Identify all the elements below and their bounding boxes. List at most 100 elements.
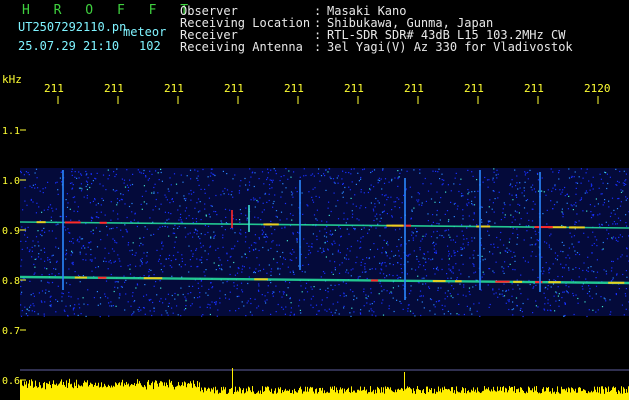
noise-speck xyxy=(449,293,451,295)
noise-speck xyxy=(282,263,284,265)
power-bar xyxy=(478,391,479,400)
noise-speck xyxy=(173,228,175,230)
power-bar xyxy=(556,391,557,400)
power-bar xyxy=(50,384,51,400)
noise-speck xyxy=(363,305,365,307)
power-bar xyxy=(250,390,251,400)
noise-speck xyxy=(314,187,316,189)
power-bar xyxy=(229,389,230,400)
noise-speck xyxy=(42,188,44,190)
noise-speck xyxy=(144,313,146,315)
noise-speck xyxy=(203,271,205,273)
power-bar xyxy=(569,388,570,400)
noise-speck xyxy=(329,176,331,178)
noise-speck xyxy=(548,272,550,274)
noise-speck xyxy=(263,226,265,228)
noise-speck xyxy=(471,313,473,315)
noise-speck xyxy=(552,171,554,173)
noise-speck xyxy=(504,250,506,252)
noise-speck xyxy=(115,173,117,176)
noise-speck xyxy=(393,310,395,313)
noise-speck xyxy=(141,195,143,197)
noise-speck xyxy=(352,268,354,270)
noise-speck xyxy=(332,289,334,291)
noise-speck xyxy=(338,272,341,274)
noise-speck xyxy=(412,237,414,239)
noise-speck xyxy=(146,228,148,230)
noise-speck xyxy=(197,282,199,284)
noise-speck xyxy=(55,299,57,301)
noise-speck xyxy=(388,305,390,307)
noise-speck xyxy=(215,194,217,197)
noise-speck xyxy=(400,244,402,246)
noise-speck xyxy=(444,230,446,232)
power-bar xyxy=(34,386,35,400)
noise-speck xyxy=(145,175,147,177)
noise-speck xyxy=(427,220,429,222)
noise-speck xyxy=(611,267,613,269)
noise-speck xyxy=(373,186,375,188)
noise-speck xyxy=(516,196,518,198)
noise-speck xyxy=(578,241,580,243)
noise-speck xyxy=(343,307,345,309)
noise-speck xyxy=(91,259,93,261)
noise-speck xyxy=(268,184,271,186)
noise-speck xyxy=(435,252,437,254)
noise-speck xyxy=(205,215,207,217)
noise-speck xyxy=(27,226,29,228)
noise-speck xyxy=(175,183,178,185)
noise-speck xyxy=(447,245,449,247)
power-bar xyxy=(369,392,370,400)
noise-speck xyxy=(297,231,299,233)
power-bar xyxy=(186,387,187,400)
power-bar xyxy=(208,387,209,400)
noise-speck xyxy=(503,202,505,204)
noise-speck xyxy=(229,273,231,276)
power-bar xyxy=(116,383,117,400)
noise-speck xyxy=(29,249,31,251)
noise-speck xyxy=(535,305,537,307)
noise-speck xyxy=(565,257,567,259)
noise-speck xyxy=(111,305,113,307)
noise-speck xyxy=(105,189,107,191)
noise-speck xyxy=(450,255,453,257)
power-bar xyxy=(560,393,561,400)
power-bar xyxy=(375,389,376,400)
noise-speck xyxy=(278,244,280,246)
noise-speck xyxy=(86,188,88,191)
noise-speck xyxy=(568,286,570,288)
noise-speck xyxy=(461,192,463,195)
noise-speck xyxy=(253,185,255,188)
noise-speck xyxy=(153,191,155,193)
power-bar xyxy=(390,387,391,400)
noise-speck xyxy=(600,193,602,195)
noise-speck xyxy=(257,305,260,307)
noise-speck xyxy=(181,258,183,260)
noise-speck xyxy=(492,202,494,204)
noise-speck xyxy=(544,303,546,305)
power-bar xyxy=(27,387,28,400)
noise-speck xyxy=(582,269,584,272)
noise-speck xyxy=(342,191,344,193)
noise-speck xyxy=(74,201,76,203)
noise-speck xyxy=(174,224,176,226)
power-bar xyxy=(476,392,477,400)
noise-speck xyxy=(74,176,76,178)
noise-speck xyxy=(292,270,294,272)
noise-speck xyxy=(619,219,622,222)
noise-speck xyxy=(153,186,155,189)
noise-speck xyxy=(558,299,560,301)
noise-speck xyxy=(192,253,194,255)
noise-speck xyxy=(563,315,565,317)
noise-speck xyxy=(500,219,502,221)
noise-speck xyxy=(565,285,567,287)
noise-speck xyxy=(625,199,627,201)
power-bar xyxy=(588,391,589,400)
noise-speck xyxy=(585,172,587,174)
noise-speck xyxy=(32,240,34,242)
noise-speck xyxy=(197,236,200,238)
noise-speck xyxy=(473,257,475,259)
noise-speck xyxy=(258,264,260,266)
power-bar xyxy=(329,392,330,400)
spectrogram: 1.11.00.90.80.70.6 211 211 211 211 211 211 211… xyxy=(2,82,629,400)
